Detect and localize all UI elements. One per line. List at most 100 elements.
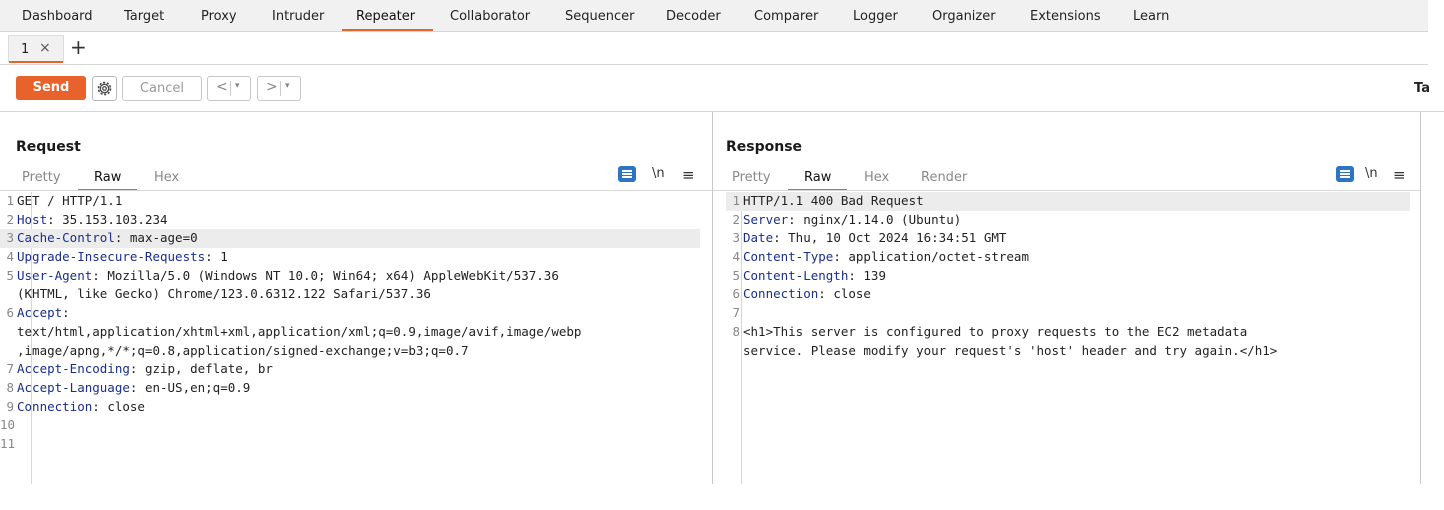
repeater-tab-bar: 1 × <box>0 32 1428 65</box>
chevron-down-icon[interactable]: ▾ <box>235 81 240 91</box>
line-number: 4 <box>6 249 14 265</box>
wrap-icon[interactable] <box>1336 166 1354 182</box>
line-content: Server: nginx/1.14.0 (Ubuntu) <box>743 211 961 230</box>
code-line: 7 <box>726 304 1410 323</box>
line-content: ,image/apng,*/*;q=0.8,application/signed… <box>17 342 469 361</box>
header-value: : en-US,en;q=0.9 <box>129 379 251 395</box>
line-number: 10 <box>0 417 16 433</box>
line-content: Content-Length: 139 <box>743 267 886 286</box>
repeater-tab-label: 1 <box>21 42 30 57</box>
tab-intruder[interactable]: Intruder <box>272 0 324 31</box>
code-line: 4 Content-Type: application/octet-stream <box>726 248 1410 267</box>
header-name: Accept-Language <box>17 379 130 395</box>
line-content: Connection: close <box>17 398 145 417</box>
code-line: text/html,application/xhtml+xml,applicat… <box>0 323 700 342</box>
line-number: 6 <box>732 286 740 302</box>
gear-icon[interactable] <box>92 76 117 101</box>
tab-decoder[interactable]: Decoder <box>666 0 721 31</box>
response-editor[interactable]: 1 HTTP/1.1 400 Bad Request 2 Server: nginx/… <box>726 192 1410 360</box>
response-pane: Response Pretty Raw Hex Render \n ≡ 1 HTT… <box>713 112 1420 484</box>
code-line: ,image/apng,*/*;q=0.8,application/signed… <box>0 342 700 361</box>
repeater-tab-1[interactable]: 1 × <box>8 35 64 63</box>
wrap-icon[interactable] <box>618 166 636 182</box>
line-number: 1 <box>732 193 740 208</box>
tab-extensions[interactable]: Extensions <box>1030 0 1101 31</box>
code-line: service. Please modify your request's 'h… <box>726 342 1410 361</box>
tab-proxy[interactable]: Proxy <box>201 0 237 31</box>
tab-repeater[interactable]: Repeater <box>341 0 434 31</box>
cancel-button[interactable]: Cancel <box>122 76 202 101</box>
header-name: Accept <box>17 305 63 321</box>
tab-hex[interactable]: Hex <box>864 170 889 185</box>
code-line: 4 Upgrade-Insecure-Requests: 1 <box>0 248 700 267</box>
line-number: 6 <box>6 305 14 321</box>
tab-dashboard[interactable]: Dashboard <box>22 0 93 31</box>
tab-hex[interactable]: Hex <box>154 170 179 185</box>
pane-edge <box>1420 112 1421 484</box>
code-line: (KHTML, like Gecko) Chrome/123.0.6312.12… <box>0 285 700 304</box>
header-name: Date <box>743 230 774 246</box>
target-label[interactable]: Ta <box>1414 81 1430 96</box>
tab-render[interactable]: Render <box>921 170 967 185</box>
tab-logger[interactable]: Logger <box>853 0 898 31</box>
tab-collaborator[interactable]: Collaborator <box>450 0 530 31</box>
add-tab-button[interactable]: + <box>70 34 87 60</box>
request-editor[interactable]: 1 GET / HTTP/1.1 2 Host: 35.153.103.234 3 Cac… <box>0 192 700 454</box>
header-name: Accept-Encoding <box>17 361 130 377</box>
line-number: 8 <box>732 323 740 339</box>
back-button[interactable]: < ▾ <box>207 76 251 101</box>
line-content: Host: 35.153.103.234 <box>17 211 168 230</box>
code-line: 5 Content-Length: 139 <box>726 267 1410 286</box>
tab-learn[interactable]: Learn <box>1133 0 1169 31</box>
close-icon[interactable]: × <box>39 40 51 56</box>
forward-button[interactable]: > ▾ <box>257 76 301 101</box>
code-line: 3 Cache-Control: max-age=0 <box>0 229 700 249</box>
chevron-left-icon: < <box>216 79 228 95</box>
header-value: : nginx/1.14.0 (Ubuntu) <box>788 211 962 227</box>
code-line: 10 <box>0 416 700 435</box>
code-line: 1 GET / HTTP/1.1 <box>0 192 700 211</box>
response-title: Response <box>726 139 803 155</box>
tab-pretty[interactable]: Pretty <box>22 170 61 185</box>
header-value: : close <box>818 286 871 302</box>
tab-raw[interactable]: Raw <box>787 170 848 191</box>
line-content: Date: Thu, 10 Oct 2024 16:34:51 GMT <box>743 229 1006 248</box>
header-name: Content-Length <box>743 267 849 283</box>
send-button[interactable]: Send <box>16 76 86 100</box>
header-value: ,image/apng,*/*;q=0.8,application/signed… <box>17 342 469 358</box>
tab-raw[interactable]: Raw <box>77 170 138 191</box>
tab-target[interactable]: Target <box>124 0 164 31</box>
header-name: Upgrade-Insecure-Requests <box>17 249 206 265</box>
line-number: 1 <box>6 193 14 208</box>
menu-icon[interactable]: ≡ <box>682 166 695 184</box>
header-name: Connection <box>17 398 93 414</box>
tab-organizer[interactable]: Organizer <box>932 0 996 31</box>
header-value: : <box>62 305 70 321</box>
newline-icon[interactable]: \n <box>652 166 665 181</box>
header-value: : gzip, deflate, br <box>129 361 273 377</box>
line-number: 3 <box>732 230 740 246</box>
code-line: 8 Accept-Language: en-US,en;q=0.9 <box>0 379 700 398</box>
line-content: Accept: <box>17 304 70 323</box>
line-content: Accept-Language: en-US,en;q=0.9 <box>17 379 250 398</box>
tab-pretty[interactable]: Pretty <box>732 170 771 185</box>
tab-comparer[interactable]: Comparer <box>754 0 818 31</box>
line-content: text/html,application/xhtml+xml,applicat… <box>17 323 581 342</box>
header-value: : Mozilla/5.0 (Windows NT 10.0; Win64; x… <box>92 267 559 283</box>
header-value: : 35.153.103.234 <box>47 211 168 227</box>
code-line: 8 <h1>This server is configured to proxy … <box>726 323 1410 342</box>
line-content: <h1>This server is configured to proxy r… <box>743 323 1247 342</box>
line-number: 11 <box>0 435 16 451</box>
line-number: 8 <box>6 379 14 395</box>
tab-sequencer[interactable]: Sequencer <box>565 0 634 31</box>
chevron-down-icon[interactable]: ▾ <box>285 81 290 91</box>
code-line: 7 Accept-Encoding: gzip, deflate, br <box>0 360 700 379</box>
header-value: GET / HTTP/1.1 <box>17 193 123 208</box>
code-line: 2 Host: 35.153.103.234 <box>0 211 700 230</box>
line-number: 7 <box>732 305 740 321</box>
request-title: Request <box>16 139 81 155</box>
line-number: 3 <box>6 230 14 246</box>
newline-icon[interactable]: \n <box>1365 166 1378 181</box>
menu-icon[interactable]: ≡ <box>1393 166 1406 184</box>
header-value: HTTP/1.1 400 Bad Request <box>743 193 924 208</box>
